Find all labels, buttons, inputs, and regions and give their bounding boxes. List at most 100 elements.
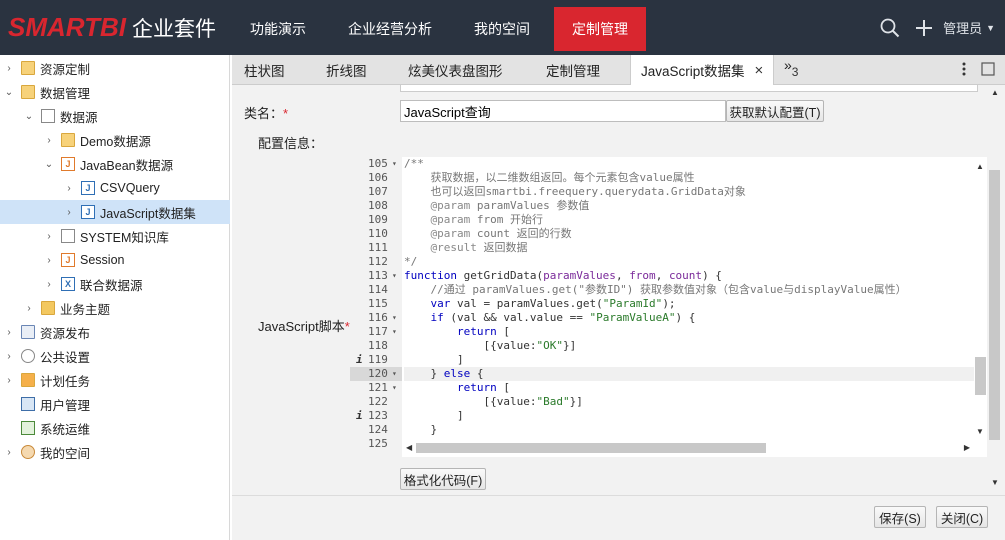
code-line[interactable]: @param from 开始行 bbox=[404, 213, 974, 227]
chevron-right-icon[interactable]: › bbox=[63, 183, 75, 194]
tree-item-user-management[interactable]: 用户管理 bbox=[0, 392, 230, 416]
editor-panel: 类名：* 获取默认配置(T) 配置信息： JavaScript脚本* 105▾1… bbox=[232, 85, 1005, 540]
code-line[interactable]: [{value:"Bad"}] bbox=[404, 395, 974, 409]
editor-vscroll-thumb[interactable] bbox=[975, 357, 986, 395]
code-line[interactable]: @param count 返回的行数 bbox=[404, 227, 974, 241]
chevron-down-icon[interactable]: ▼ bbox=[986, 23, 995, 33]
scroll-left-arrow-icon[interactable]: ◀ bbox=[406, 443, 412, 452]
tree-item-javabean-datasource[interactable]: ⌄ J JavaBean数据源 bbox=[0, 152, 230, 176]
maximize-icon[interactable] bbox=[981, 62, 995, 76]
chevron-down-icon[interactable]: ⌄ bbox=[23, 111, 35, 122]
code-line[interactable]: if (val && val.value == "ParamValueA") { bbox=[404, 311, 974, 325]
fold-icon[interactable]: ▾ bbox=[392, 157, 397, 171]
fold-icon[interactable]: ▾ bbox=[392, 325, 397, 339]
code-line[interactable]: 也可以返回smartbi.freequery.querydata.GridDat… bbox=[404, 185, 974, 199]
save-button[interactable]: 保存(S) bbox=[874, 506, 926, 528]
code-line[interactable]: [{value:"OK"}] bbox=[404, 339, 974, 353]
code-line[interactable]: var val = paramValues.get("ParamId"); bbox=[404, 297, 974, 311]
tab-overflow[interactable]: » 3 bbox=[784, 55, 798, 85]
info-icon: i bbox=[356, 353, 363, 366]
code-line[interactable]: @param paramValues 参数值 bbox=[404, 199, 974, 213]
scroll-right-arrow-icon[interactable]: ▶ bbox=[964, 443, 970, 452]
code-line[interactable]: ] bbox=[404, 409, 974, 423]
nav-item-business-analysis[interactable]: 企业经营分析 bbox=[330, 3, 450, 55]
editor-vertical-scrollbar[interactable]: ▲ ▼ bbox=[974, 157, 987, 441]
chevron-right-icon[interactable]: › bbox=[3, 351, 15, 362]
tree-item-my-space[interactable]: › 我的空间 bbox=[0, 440, 230, 464]
class-name-input[interactable] bbox=[400, 100, 726, 122]
user-menu[interactable]: 管理员 bbox=[943, 18, 982, 37]
tab-custom-management[interactable]: 定制管理 bbox=[546, 55, 600, 85]
chevron-right-icon[interactable]: › bbox=[43, 255, 55, 266]
chevron-right-icon[interactable]: › bbox=[3, 375, 15, 386]
tree-item-system-ops[interactable]: 系统运维 bbox=[0, 416, 230, 440]
tree-item-union-datasource[interactable]: › X 联合数据源 bbox=[0, 272, 230, 296]
tree-item-session[interactable]: › J Session bbox=[0, 248, 230, 272]
tab-line-chart[interactable]: 折线图 bbox=[326, 55, 367, 85]
chevron-right-icon[interactable]: › bbox=[3, 327, 15, 338]
fold-icon[interactable]: ▾ bbox=[392, 269, 397, 283]
code-line[interactable]: 获取数据，以二维数组返回。每个元素包含value属性 bbox=[404, 171, 974, 185]
chevron-right-icon[interactable]: › bbox=[3, 63, 15, 74]
tab-javascript-dataset[interactable]: JavaScript数据集 × bbox=[630, 55, 775, 85]
code-line[interactable]: /** bbox=[404, 157, 974, 171]
code-text-area[interactable]: /** 获取数据，以二维数组返回。每个元素包含value属性 也可以返回smar… bbox=[404, 157, 974, 441]
code-line[interactable]: function getGridData(paramValues, from, … bbox=[404, 269, 974, 283]
close-icon[interactable]: × bbox=[755, 62, 764, 79]
panel-vscroll-thumb[interactable] bbox=[989, 170, 1000, 440]
format-code-button[interactable]: 格式化代码(F) bbox=[400, 468, 486, 490]
tree-item-system-knowledge[interactable]: › SYSTEM知识库 bbox=[0, 224, 230, 248]
close-button[interactable]: 关闭(C) bbox=[936, 506, 988, 528]
code-line[interactable]: return [ bbox=[404, 325, 974, 339]
tree-item-scheduled-tasks[interactable]: › 计划任务 bbox=[0, 368, 230, 392]
code-line[interactable]: */ bbox=[404, 255, 974, 269]
datasource-icon bbox=[41, 109, 55, 123]
get-default-config-button[interactable]: 获取默认配置(T) bbox=[726, 100, 824, 122]
java-class-icon: J bbox=[81, 205, 95, 219]
code-line[interactable]: @result 返回数据 bbox=[404, 241, 974, 255]
editor-hscroll-thumb[interactable] bbox=[416, 443, 766, 453]
tab-gauge-chart[interactable]: 炫美仪表盘图形 bbox=[408, 55, 503, 85]
chevron-right-icon[interactable]: › bbox=[23, 303, 35, 314]
tab-bar-chart[interactable]: 柱状图 bbox=[244, 55, 285, 85]
tree-item-data-source[interactable]: ⌄ 数据源 bbox=[0, 104, 230, 128]
code-line[interactable]: } else { bbox=[404, 367, 974, 381]
chevron-right-icon[interactable]: › bbox=[3, 447, 15, 458]
chevron-right-icon[interactable]: › bbox=[43, 279, 55, 290]
tree-item-csvquery[interactable]: › J CSVQuery bbox=[0, 176, 230, 200]
nav-item-custom-management[interactable]: 定制管理 bbox=[554, 7, 646, 51]
fold-icon[interactable]: ▾ bbox=[392, 311, 397, 325]
more-vertical-icon[interactable] bbox=[961, 61, 967, 77]
tree-item-demo-datasource[interactable]: › Demo数据源 bbox=[0, 128, 230, 152]
chevron-right-icon[interactable]: › bbox=[63, 207, 75, 218]
code-line[interactable]: ] bbox=[404, 353, 974, 367]
code-editor[interactable]: 105 ▾ 106 107 108 109 110 111 112 113 ▾ 114 115 116 ▾ 1… bbox=[350, 157, 987, 457]
tree-item-resource-publish[interactable]: › 资源发布 bbox=[0, 320, 230, 344]
app-logo[interactable]: SMARTBI 企业套件 bbox=[0, 0, 230, 55]
panel-vertical-scrollbar[interactable]: ▲ ▼ bbox=[988, 85, 1001, 490]
fold-icon[interactable]: ▾ bbox=[392, 381, 397, 395]
code-line[interactable]: return [ bbox=[404, 381, 974, 395]
editor-horizontal-scrollbar[interactable]: ◀ ▶ bbox=[404, 441, 974, 455]
scroll-up-arrow-icon[interactable]: ▲ bbox=[991, 88, 999, 97]
tree-item-resource-custom[interactable]: › 资源定制 bbox=[0, 56, 230, 80]
chevron-down-icon[interactable]: ⌄ bbox=[43, 159, 55, 170]
tree-item-public-settings[interactable]: › 公共设置 bbox=[0, 344, 230, 368]
scroll-down-arrow-icon[interactable]: ▼ bbox=[991, 478, 999, 487]
nav-item-my-space[interactable]: 我的空间 bbox=[456, 3, 548, 55]
chevron-down-icon[interactable]: ⌄ bbox=[3, 87, 15, 98]
fold-icon[interactable]: ▾ bbox=[392, 367, 397, 381]
chevron-right-icon[interactable]: › bbox=[43, 135, 55, 146]
tree-item-data-management[interactable]: ⌄ 数据管理 bbox=[0, 80, 230, 104]
add-icon[interactable] bbox=[913, 17, 935, 39]
tree-item-javascript-dataset[interactable]: › J JavaScript数据集 bbox=[0, 200, 230, 224]
nav-item-demo[interactable]: 功能演示 bbox=[232, 3, 324, 55]
publish-icon bbox=[21, 325, 35, 339]
tree-item-business-theme[interactable]: › 业务主题 bbox=[0, 296, 230, 320]
scroll-down-arrow-icon[interactable]: ▼ bbox=[976, 427, 984, 436]
chevron-right-icon[interactable]: › bbox=[43, 231, 55, 242]
code-line[interactable]: //通过 paramValues.get("参数ID") 获取参数值对象（包含v… bbox=[404, 283, 974, 297]
scroll-up-arrow-icon[interactable]: ▲ bbox=[976, 162, 984, 171]
search-icon[interactable] bbox=[879, 17, 901, 39]
code-line[interactable]: } bbox=[404, 423, 974, 437]
